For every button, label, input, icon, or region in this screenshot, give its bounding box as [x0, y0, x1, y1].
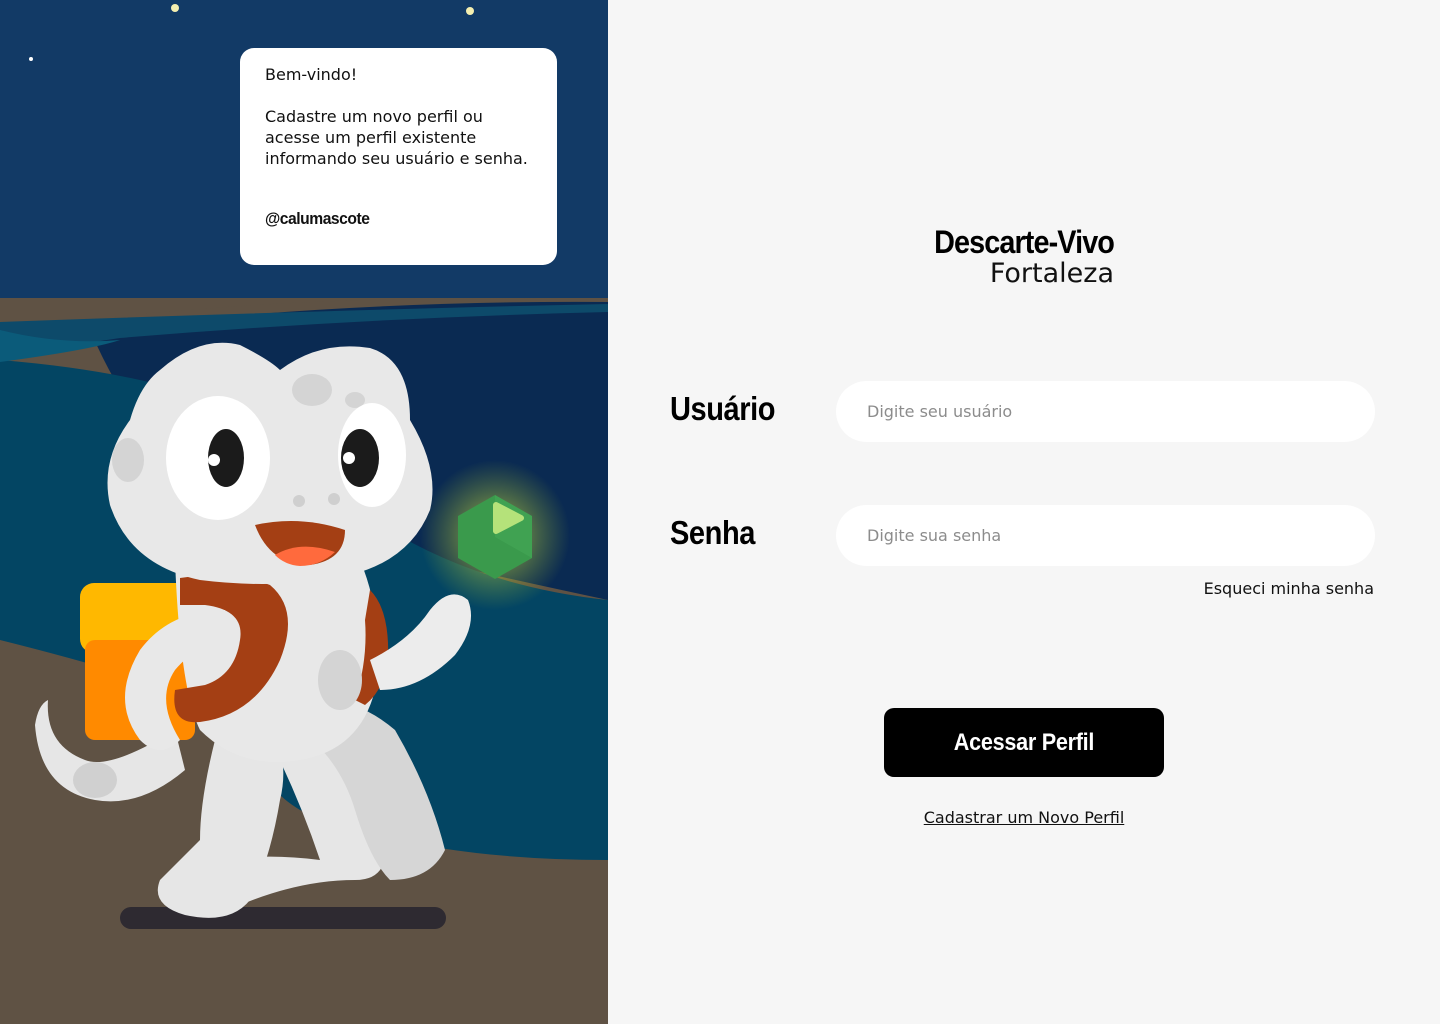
access-profile-button-label: Acessar Perfil	[953, 728, 1095, 756]
illustration-panel: Bem-vindo! Cadastre um novo perfil ou ac…	[0, 0, 608, 1024]
welcome-speech-bubble: Bem-vindo! Cadastre um novo perfil ou ac…	[240, 48, 557, 265]
mascot-handle: @calumascote	[265, 209, 370, 228]
star	[171, 4, 179, 12]
brand-name: Descarte-Vivo	[934, 224, 1115, 260]
brand-city: Fortaleza	[989, 258, 1114, 289]
star	[29, 57, 33, 61]
password-input[interactable]	[836, 505, 1375, 566]
register-new-profile-link[interactable]: Cadastrar um Novo Perfil	[884, 808, 1164, 827]
welcome-message: Cadastre um novo perfil ou acesse um per…	[265, 107, 528, 168]
mascot-shadow	[120, 907, 446, 929]
username-label: Usuário	[670, 390, 776, 427]
access-profile-button[interactable]: Acessar Perfil	[884, 708, 1164, 777]
forgot-password-link[interactable]: Esqueci minha senha	[1204, 579, 1374, 598]
password-label: Senha	[670, 514, 755, 551]
username-input[interactable]	[836, 381, 1375, 442]
star	[466, 7, 474, 15]
brand-logo: Descarte-Vivo Fortaleza	[900, 224, 1115, 289]
welcome-greeting: Bem-vindo!	[265, 65, 358, 84]
